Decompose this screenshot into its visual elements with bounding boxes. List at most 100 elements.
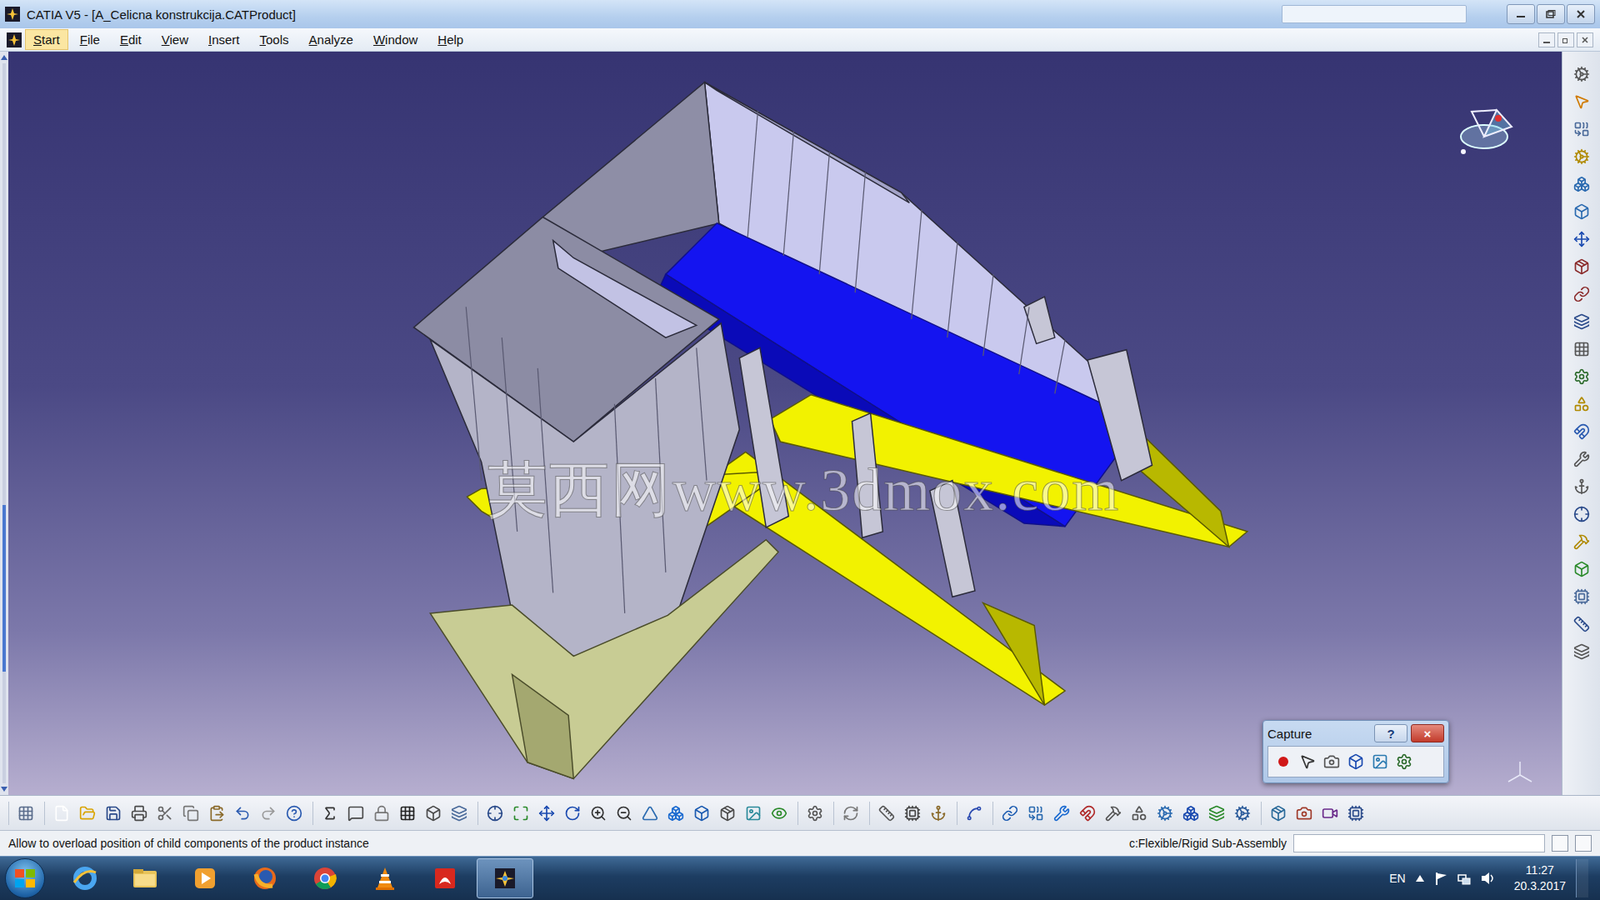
menu-item[interactable]: File (71, 29, 109, 50)
show-desktop-button[interactable] (1575, 859, 1589, 898)
compass-icon[interactable] (1446, 95, 1522, 162)
tool-button[interactable] (1570, 393, 1593, 415)
tool-button[interactable] (638, 801, 662, 825)
tool-button[interactable] (1230, 801, 1255, 825)
taskbar-app[interactable] (296, 858, 354, 899)
tool-button[interactable] (715, 801, 740, 825)
tool-button[interactable] (483, 801, 507, 825)
tool-button[interactable] (1570, 365, 1593, 388)
menu-item[interactable]: Analyze (300, 29, 362, 50)
status-option-icon[interactable] (1575, 835, 1592, 852)
search-field[interactable] (1281, 5, 1467, 24)
tool-button[interactable] (1024, 801, 1048, 825)
maximize-button[interactable] (1536, 4, 1565, 25)
tool-button[interactable] (1570, 310, 1593, 333)
tool-button[interactable] (998, 801, 1022, 825)
taskbar-app[interactable] (176, 858, 234, 899)
box-inner[interactable] (553, 240, 697, 338)
scroll-up-icon[interactable] (0, 55, 8, 60)
lower-chute[interactable] (430, 540, 779, 780)
tool-button[interactable] (926, 801, 950, 825)
tool-button[interactable] (1570, 475, 1593, 498)
tool-button[interactable] (612, 801, 636, 825)
taskbar-app[interactable] (476, 858, 534, 899)
tool-button[interactable] (741, 801, 765, 825)
tool-button[interactable] (1570, 118, 1593, 140)
tool-button[interactable] (962, 801, 986, 825)
tool-button[interactable] (1075, 801, 1100, 825)
post[interactable] (1024, 296, 1055, 344)
tool-button[interactable] (1570, 228, 1593, 250)
minimize-button[interactable] (1506, 4, 1535, 25)
tool-button[interactable] (1570, 503, 1593, 525)
tool-button[interactable] (1570, 585, 1593, 608)
menu-item[interactable]: Help (429, 29, 472, 50)
menu-item[interactable]: Edit (111, 29, 150, 50)
tool-button[interactable] (14, 801, 38, 825)
volume-icon[interactable] (1480, 871, 1496, 885)
tool-button[interactable] (1570, 90, 1593, 113)
status-option-icon[interactable] (1551, 835, 1569, 852)
tool-button[interactable] (803, 801, 827, 825)
tool-button[interactable] (1570, 173, 1593, 195)
tool-button[interactable] (1570, 448, 1593, 470)
tool-button[interactable] (1101, 801, 1125, 825)
scroll-thumb[interactable] (2, 505, 6, 672)
taskbar-app[interactable] (356, 858, 414, 899)
tool-button[interactable] (586, 801, 610, 825)
tool-button[interactable] (690, 801, 714, 825)
tool-button[interactable] (395, 801, 420, 825)
tool-button[interactable] (1296, 750, 1319, 773)
scroll-down-icon[interactable] (0, 786, 8, 792)
tool-button[interactable] (664, 801, 688, 825)
tool-button[interactable] (1570, 613, 1593, 635)
show-hidden-icon[interactable] (1415, 875, 1425, 882)
tool-button[interactable] (282, 801, 306, 825)
taskbar-app[interactable] (116, 858, 174, 899)
taskbar-app[interactable] (56, 858, 114, 899)
tool-button[interactable] (50, 801, 74, 825)
menu-item[interactable]: Insert (200, 29, 249, 50)
close-button[interactable]: × (1410, 724, 1445, 743)
steel-structure-model[interactable] (8, 51, 1562, 795)
tool-button[interactable] (1570, 558, 1593, 580)
lower-chute-side[interactable] (512, 674, 575, 779)
tool-button[interactable] (318, 801, 342, 825)
tool-button[interactable] (1570, 640, 1593, 663)
tool-button[interactable] (101, 801, 125, 825)
clock[interactable]: 11:2720.3.2017 (1505, 862, 1566, 895)
tool-button[interactable] (1570, 145, 1593, 168)
tool-button[interactable] (1570, 200, 1593, 223)
language-indicator[interactable]: EN (1389, 871, 1405, 885)
tool-button[interactable] (1179, 801, 1203, 825)
tool-button[interactable] (1570, 338, 1593, 360)
tool-button[interactable] (1272, 750, 1295, 773)
tool-button[interactable] (1570, 420, 1593, 443)
tool-button[interactable] (127, 801, 151, 825)
tool-button[interactable] (1127, 801, 1151, 825)
tool-button[interactable] (1369, 750, 1391, 773)
taskbar-app[interactable] (236, 858, 294, 899)
tool-button[interactable] (1570, 63, 1593, 85)
menu-item[interactable]: Start (25, 29, 69, 50)
menu-item[interactable]: Window (365, 29, 426, 50)
tool-button[interactable] (900, 801, 925, 825)
tool-button[interactable] (1344, 801, 1368, 825)
tool-button[interactable] (839, 801, 863, 825)
tool-button[interactable] (75, 801, 100, 825)
tool-button[interactable] (370, 801, 394, 825)
tool-button[interactable] (421, 801, 445, 825)
doc-minimize-button[interactable] (1538, 32, 1555, 48)
taskbar-app[interactable] (416, 858, 474, 899)
capture-toolbar[interactable]: Capture?× (1262, 720, 1450, 784)
tool-button[interactable] (1266, 801, 1290, 825)
3d-viewport[interactable]: 莫西网www.3dmox.comCapture?× (8, 51, 1562, 795)
tool-button[interactable] (875, 801, 899, 825)
close-button[interactable] (1566, 4, 1595, 25)
tool-button[interactable] (1570, 283, 1593, 305)
tool-button[interactable] (1153, 801, 1177, 825)
menu-item[interactable]: View (153, 29, 197, 50)
tool-button[interactable] (153, 801, 177, 825)
flag-icon[interactable] (1434, 871, 1448, 885)
command-field[interactable] (1293, 834, 1545, 853)
